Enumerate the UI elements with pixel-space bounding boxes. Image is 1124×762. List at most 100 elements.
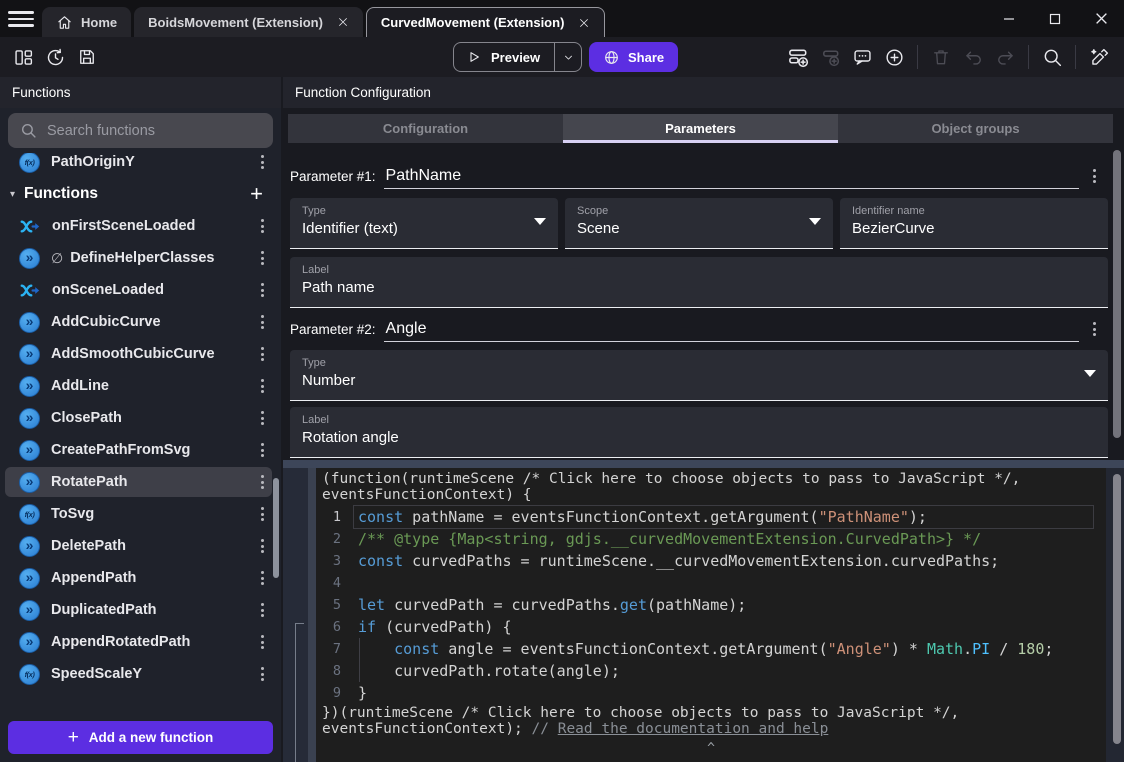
- preview-button[interactable]: Preview: [454, 43, 554, 71]
- item-menu-icon[interactable]: [261, 251, 264, 265]
- function-item-addcubiccurve[interactable]: »AddCubicCurve: [0, 306, 281, 338]
- main-menu-icon[interactable]: [8, 8, 34, 30]
- item-menu-icon[interactable]: [261, 315, 264, 329]
- tab-configuration[interactable]: Configuration: [288, 114, 563, 143]
- chevron-down-icon[interactable]: [809, 218, 821, 225]
- item-menu-icon[interactable]: [261, 379, 264, 393]
- function-item-definehelperclasses[interactable]: »∅DefineHelperClasses: [0, 242, 281, 274]
- sidebar-scrollbar[interactable]: [273, 478, 279, 578]
- parameter-1-type-select[interactable]: Type Identifier (text): [290, 198, 558, 249]
- close-tab-icon[interactable]: [337, 16, 349, 28]
- item-menu-icon[interactable]: [261, 667, 264, 681]
- function-item-appendrotatedpath[interactable]: »AppendRotatedPath: [0, 626, 281, 658]
- item-menu-icon[interactable]: [261, 507, 264, 521]
- code-wrapper-line[interactable]: (function(runtimeScene /* Click here to …: [316, 471, 1106, 487]
- save-icon[interactable]: [72, 42, 102, 72]
- tab-label: Home: [81, 15, 117, 30]
- code-line-9[interactable]: 9}: [316, 682, 1106, 704]
- parameters-scrollbar[interactable]: [1113, 150, 1121, 438]
- share-button[interactable]: Share: [589, 42, 678, 72]
- search-icon[interactable]: [1037, 42, 1067, 72]
- tab-home[interactable]: Home: [42, 7, 131, 37]
- documentation-link[interactable]: Read the documentation and help: [558, 721, 829, 737]
- close-window-button[interactable]: [1078, 0, 1124, 37]
- item-menu-icon[interactable]: [261, 603, 264, 617]
- tab-object-groups[interactable]: Object groups: [838, 114, 1113, 143]
- add-function-plus-icon[interactable]: +: [246, 184, 267, 204]
- item-menu-icon[interactable]: [261, 411, 264, 425]
- redo-icon[interactable]: [990, 42, 1020, 72]
- editor-scroll-track: [1106, 468, 1124, 762]
- function-item-addline[interactable]: »AddLine: [0, 370, 281, 402]
- code-line-5[interactable]: 5let curvedPath = curvedPaths.get(pathNa…: [316, 594, 1106, 616]
- chevron-down-icon[interactable]: [534, 218, 546, 225]
- parameter-1-scope-select[interactable]: Scope Scene: [565, 198, 833, 249]
- edit-extension-icon[interactable]: [1084, 42, 1114, 72]
- function-item-onfirstsceneloaded[interactable]: onFirstSceneLoaded: [0, 210, 281, 242]
- maximize-button[interactable]: [1032, 0, 1078, 37]
- code-line-2[interactable]: 2/** @type {Map<string, gdjs.__curvedMov…: [316, 528, 1106, 550]
- parameter-2-label-input[interactable]: Label Rotation angle: [290, 407, 1108, 458]
- item-menu-icon[interactable]: [261, 283, 264, 297]
- parameter-2-type-select[interactable]: Type Number: [290, 350, 1108, 401]
- item-menu-icon[interactable]: [261, 571, 264, 585]
- code-line-8[interactable]: 8 curvedPath.rotate(angle);: [316, 660, 1106, 682]
- close-tab-icon[interactable]: [578, 17, 590, 29]
- search-functions-input[interactable]: Search functions: [8, 113, 273, 148]
- code-editor-lines[interactable]: 1const pathName = eventsFunctionContext.…: [316, 506, 1106, 704]
- undo-icon[interactable]: [958, 42, 988, 72]
- tab-boidsmovement[interactable]: BoidsMovement (Extension): [134, 7, 363, 37]
- parameter-1-identifier-input[interactable]: Identifier name BezierCurve: [840, 198, 1108, 249]
- parameter-2-menu-icon[interactable]: [1093, 322, 1096, 342]
- function-item-speedscaley[interactable]: f(x)SpeedScaleY: [0, 658, 281, 690]
- function-item-createpathfromsvg[interactable]: »CreatePathFromSvg: [0, 434, 281, 466]
- function-item-rotatepath[interactable]: »RotatePath: [0, 466, 281, 498]
- function-item-duplicatedpath[interactable]: »DuplicatedPath: [0, 594, 281, 626]
- trash-icon[interactable]: [926, 42, 956, 72]
- item-menu-icon[interactable]: [261, 635, 264, 649]
- history-icon[interactable]: [40, 42, 70, 72]
- function-item-addsmoothcubiccurve[interactable]: »AddSmoothCubicCurve: [0, 338, 281, 370]
- line-code: const curvedPaths = runtimeScene.__curve…: [354, 550, 1093, 572]
- chevron-down-icon[interactable]: [1084, 370, 1096, 377]
- function-item-deletepath[interactable]: »DeletePath: [0, 530, 281, 562]
- item-menu-icon[interactable]: [261, 539, 264, 553]
- function-item-label: DuplicatedPath: [51, 602, 157, 618]
- function-item-closepath[interactable]: »ClosePath: [0, 402, 281, 434]
- code-line-7[interactable]: 7 const angle = eventsFunctionContext.ge…: [316, 638, 1106, 660]
- project-manager-icon[interactable]: [8, 42, 38, 72]
- parameter-1-menu-icon[interactable]: [1093, 169, 1096, 189]
- tab-curvedmovement[interactable]: CurvedMovement (Extension): [366, 7, 605, 37]
- event-expander-caret[interactable]: ^: [707, 741, 715, 756]
- parameter-2-label-row: Label Rotation angle: [290, 407, 1108, 458]
- add-event-icon[interactable]: [783, 42, 813, 72]
- parameter-1-name-input[interactable]: PathName: [384, 167, 1079, 189]
- item-menu-icon[interactable]: [261, 155, 264, 169]
- code-wrapper-line[interactable]: })(runtimeScene /* Click here to choose …: [316, 705, 1106, 721]
- add-sub-event-icon[interactable]: [815, 42, 845, 72]
- item-menu-icon[interactable]: [261, 347, 264, 361]
- code-line-3[interactable]: 3const curvedPaths = runtimeScene.__curv…: [316, 550, 1106, 572]
- preview-options-chevron[interactable]: [554, 43, 581, 71]
- code-line-4[interactable]: 4: [316, 572, 1106, 594]
- parameter-2-name-input[interactable]: Angle: [384, 320, 1079, 342]
- function-item-appendpath[interactable]: »AppendPath: [0, 562, 281, 594]
- collapse-triangle-icon[interactable]: ▾: [10, 189, 24, 200]
- parameter-1-label-input[interactable]: Label Path name: [290, 257, 1108, 308]
- function-item-onsceneloaded[interactable]: onSceneLoaded: [0, 274, 281, 306]
- code-line-1[interactable]: 1const pathName = eventsFunctionContext.…: [316, 506, 1106, 528]
- minimize-button[interactable]: [986, 0, 1032, 37]
- function-item-tosvg[interactable]: f(x)ToSvg: [0, 498, 281, 530]
- item-menu-icon[interactable]: [261, 443, 264, 457]
- event-drag-handle[interactable]: [308, 468, 316, 762]
- editor-scrollbar[interactable]: [1113, 474, 1121, 744]
- add-comment-icon[interactable]: [847, 42, 877, 72]
- js-code-event[interactable]: (function(runtimeScene /* Click here to …: [316, 468, 1106, 762]
- code-line-6[interactable]: 6if (curvedPath) {: [316, 616, 1106, 638]
- tab-parameters[interactable]: Parameters: [563, 114, 838, 143]
- add-function-button[interactable]: + Add a new function: [8, 721, 273, 754]
- item-menu-icon[interactable]: [261, 475, 264, 489]
- group-label[interactable]: Functions: [24, 185, 98, 203]
- add-other-event-icon[interactable]: [879, 42, 909, 72]
- item-menu-icon[interactable]: [261, 219, 264, 233]
